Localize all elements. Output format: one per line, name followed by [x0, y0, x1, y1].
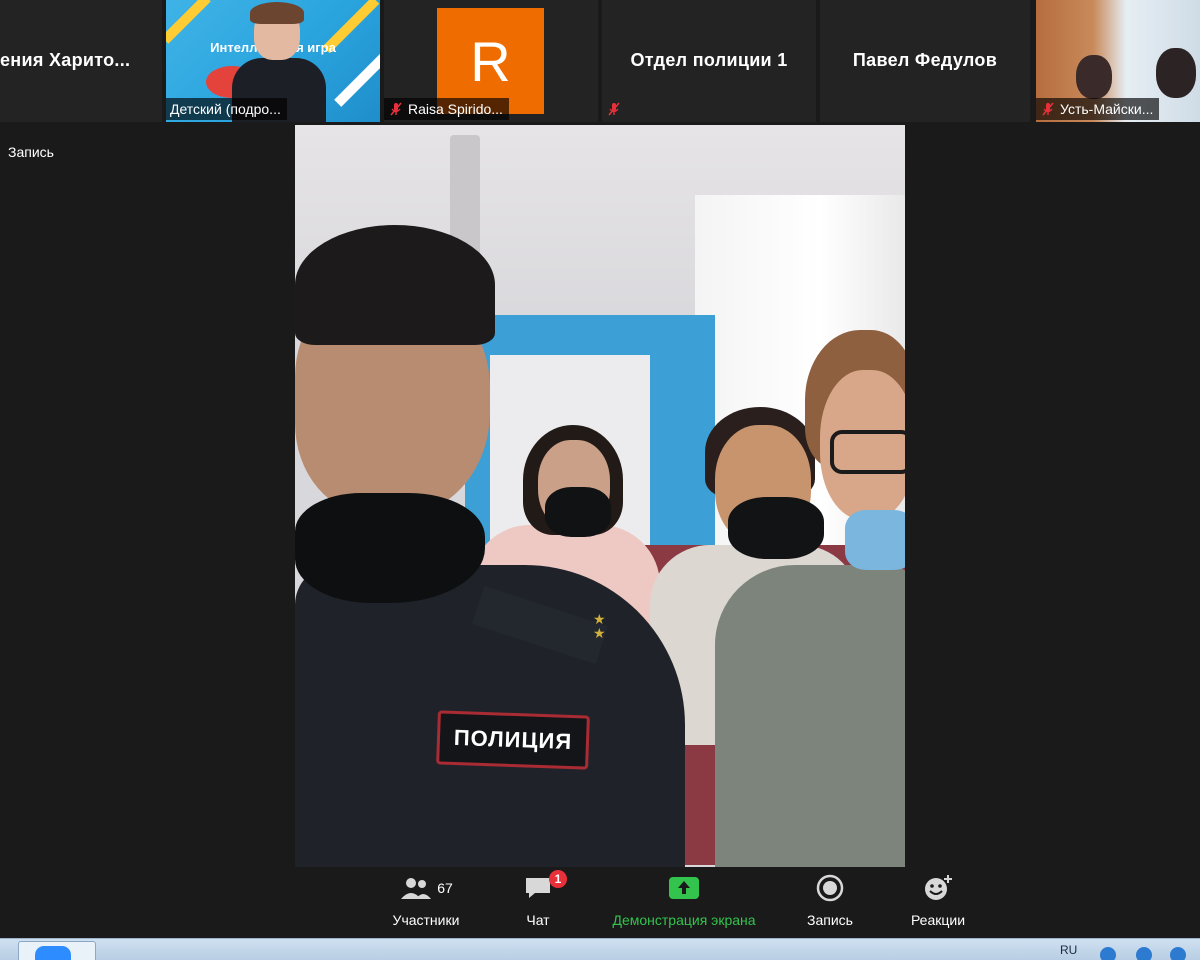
- reactions-smiley-icon: [925, 875, 952, 900]
- chat-icon-wrap: 1: [523, 868, 567, 908]
- video-person: [295, 225, 495, 345]
- taskbar-app-button[interactable]: [18, 941, 96, 960]
- mic-muted-icon: [1042, 102, 1054, 116]
- participant-tile-4[interactable]: Отдел полиции 1: [602, 0, 816, 122]
- participant-tile-6[interactable]: Усть-Майски...: [1036, 0, 1200, 122]
- meeting-toolbar: 67 Участники 1 Чат Демонстрация экрана З…: [0, 868, 1200, 938]
- participant-name: ения Харито...: [0, 50, 131, 70]
- reactions-icon-wrap: [922, 868, 954, 908]
- tray-icon[interactable]: [1100, 947, 1116, 960]
- video-person: [715, 565, 905, 867]
- tray-icon[interactable]: [1170, 947, 1186, 960]
- recording-indicator: Запись: [8, 144, 54, 160]
- chat-unread-badge: 1: [549, 870, 567, 888]
- record-icon: [816, 874, 844, 902]
- mic-muted-icon: [608, 102, 620, 116]
- gallery-strip: ения Харито... Интеллект ная игра Детски…: [0, 0, 1200, 122]
- reactions-button[interactable]: Реакции: [903, 868, 973, 938]
- participant-person: [250, 2, 304, 24]
- participant-tile-5[interactable]: Павел Федулов: [820, 0, 1030, 122]
- zoom-meeting-window: ения Харито... Интеллект ная игра Детски…: [0, 0, 1200, 960]
- participant-name: Отдел полиции 1: [630, 50, 788, 70]
- os-taskbar: RU: [0, 938, 1200, 960]
- video-person: [845, 510, 905, 570]
- participants-label: Участники: [392, 912, 460, 928]
- participant-name: Raisa Spirido...: [408, 101, 503, 117]
- participant-name: Детский (подро...: [170, 101, 281, 117]
- chat-label: Чат: [526, 912, 550, 928]
- tray-icon[interactable]: [1136, 947, 1152, 960]
- active-speaker-video[interactable]: ★ ★ ПОЛИЦИЯ: [295, 125, 905, 867]
- share-screen-icon-wrap: [668, 868, 700, 908]
- participant-label: Детский (подро...: [166, 98, 287, 120]
- participants-icon: [401, 878, 432, 899]
- participant-person: [1076, 55, 1112, 99]
- record-icon-wrap: [816, 868, 844, 908]
- record-button[interactable]: Запись: [798, 868, 862, 938]
- participant-tile-2[interactable]: Интеллект ная игра Детский (подро...: [166, 0, 380, 122]
- participant-tile-3[interactable]: R Raisa Spirido...: [384, 0, 598, 122]
- share-screen-icon: [669, 877, 699, 899]
- participant-name: Павел Федулов: [852, 50, 998, 70]
- video-person: [830, 430, 905, 474]
- participant-tile-1[interactable]: ения Харито...: [0, 0, 162, 122]
- participant-label: [602, 98, 628, 120]
- participant-person: [1156, 48, 1196, 98]
- video-person: [545, 487, 611, 537]
- record-label: Запись: [807, 912, 853, 928]
- participant-label: Усть-Майски...: [1036, 98, 1160, 120]
- mic-muted-icon: [390, 102, 402, 116]
- participants-count: 67: [437, 880, 453, 896]
- participant-name: Усть-Майски...: [1060, 101, 1154, 117]
- zoom-app-icon: [35, 946, 71, 960]
- shoulder-stars: ★ ★: [593, 611, 606, 641]
- police-patch: ПОЛИЦИЯ: [436, 710, 590, 770]
- video-person: [295, 493, 485, 603]
- video-person: [728, 497, 824, 559]
- participants-icon-wrap: 67: [399, 868, 453, 908]
- participants-button[interactable]: 67 Участники: [385, 868, 467, 938]
- reactions-label: Реакции: [910, 912, 966, 928]
- participant-label: Raisa Spirido...: [384, 98, 509, 120]
- chat-button[interactable]: 1 Чат: [508, 868, 568, 938]
- share-screen-button[interactable]: Демонстрация экрана: [600, 868, 768, 938]
- language-indicator[interactable]: RU: [1060, 943, 1077, 957]
- share-screen-label: Демонстрация экрана: [612, 912, 756, 928]
